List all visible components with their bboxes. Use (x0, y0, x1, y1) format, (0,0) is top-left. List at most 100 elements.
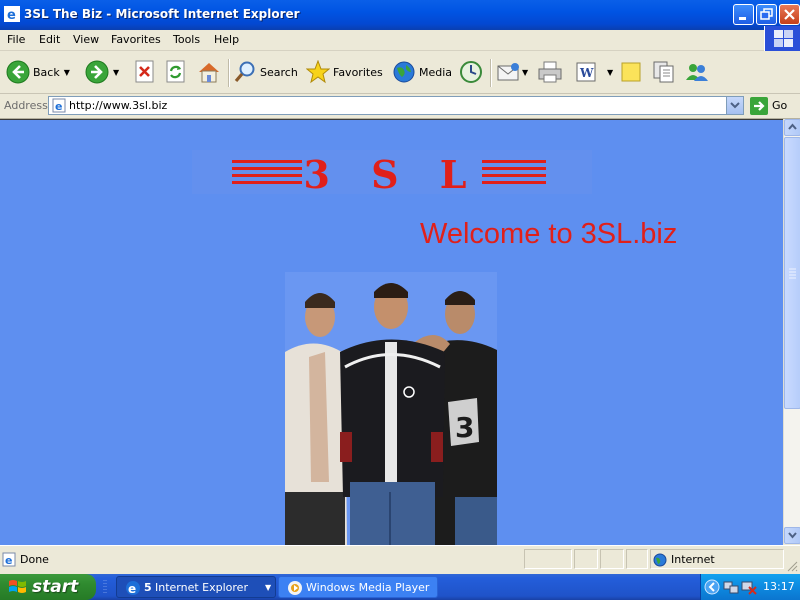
search-button[interactable]: Search (233, 57, 298, 87)
menu-file[interactable]: File (7, 33, 25, 46)
system-tray: 13:17 (700, 574, 800, 600)
scroll-up-button[interactable] (784, 119, 800, 136)
restore-button[interactable] (756, 4, 777, 25)
history-icon (460, 61, 482, 83)
address-bar: Address e http://www.3sl.biz Go (0, 94, 800, 119)
network-icon[interactable] (723, 579, 739, 595)
menu-tools[interactable]: Tools (173, 33, 200, 46)
svg-text:3: 3 (455, 411, 474, 444)
sticky-note-icon (621, 62, 641, 82)
status-panel-1 (524, 549, 572, 569)
svg-text:e: e (7, 8, 16, 22)
tray-expand-icon[interactable] (704, 579, 720, 595)
zone-text: Internet (671, 553, 715, 566)
home-button[interactable] (196, 57, 222, 87)
start-button[interactable]: start (0, 574, 96, 600)
address-label: Address (4, 99, 48, 112)
address-dropdown-button[interactable] (726, 97, 743, 114)
menu-help[interactable]: Help (214, 33, 239, 46)
stop-button[interactable] (134, 57, 156, 87)
scroll-down-button[interactable] (784, 527, 800, 544)
title-bar[interactable]: e 3SL The Biz - Microsoft Internet Explo… (0, 0, 800, 30)
media-button[interactable]: Media (392, 57, 452, 87)
mail-button[interactable]: ▼ (496, 57, 528, 87)
status-panel-4 (626, 549, 648, 569)
go-button[interactable]: Go (750, 96, 787, 115)
welcome-heading: Welcome to 3SL.biz (420, 218, 678, 250)
menu-edit[interactable]: Edit (39, 33, 60, 46)
printer-icon (538, 61, 562, 83)
scroll-thumb[interactable] (784, 137, 800, 409)
taskbar-item-internet-explorer[interactable]: e 5 Internet Explorer ▼ (116, 576, 276, 598)
forward-dropdown-icon[interactable]: ▼ (113, 68, 119, 77)
taskbar: start e 5 Internet Explorer ▼ Windows Me… (0, 574, 800, 600)
internet-zone-icon (653, 553, 667, 567)
messenger-people-icon (686, 64, 708, 81)
minimize-icon (739, 17, 746, 20)
page-icon: e (52, 98, 66, 113)
forward-button[interactable]: ▼ (85, 57, 119, 87)
internet-explorer-icon: e (4, 6, 20, 22)
home-icon (199, 63, 219, 83)
favorites-button[interactable]: Favorites (306, 57, 383, 87)
favorites-label: Favorites (333, 65, 383, 79)
stop-icon (135, 60, 154, 83)
site-logo: 3 S L (192, 150, 592, 197)
chevron-up-icon (788, 123, 797, 130)
go-arrow-icon (750, 96, 768, 115)
back-dropdown-icon[interactable]: ▼ (64, 68, 70, 77)
status-text: Done (20, 553, 49, 566)
url-text: http://www.3sl.biz (69, 99, 168, 112)
mail-icon (497, 63, 519, 81)
windows-logo-icon (764, 26, 800, 52)
task-group-count: 5 (144, 581, 152, 594)
page-done-icon: e (2, 552, 16, 567)
logo-text: 3 S L (303, 152, 480, 194)
task-group-dropdown-icon: ▼ (265, 583, 272, 592)
resize-grip-icon[interactable] (786, 560, 798, 572)
messenger-button[interactable] (684, 57, 710, 87)
minimize-button[interactable] (733, 4, 754, 25)
close-button[interactable] (779, 4, 800, 25)
menu-favorites[interactable]: Favorites (111, 33, 161, 46)
band-photo: 3 (285, 272, 497, 545)
back-button[interactable]: Back ▼ (6, 57, 70, 87)
edit-button[interactable]: W ▼ (575, 57, 613, 87)
back-arrow-icon (6, 60, 30, 84)
search-label: Search (260, 65, 298, 79)
task-label: Internet Explorer (155, 581, 248, 594)
taskbar-item-windows-media-player[interactable]: Windows Media Player (278, 576, 438, 598)
network-disconnected-icon[interactable] (741, 579, 757, 595)
vertical-scrollbar[interactable] (783, 119, 800, 544)
word-edit-icon: W (576, 62, 596, 82)
menu-view[interactable]: View (73, 33, 99, 46)
media-globe-icon (393, 61, 415, 83)
forward-arrow-icon (85, 60, 109, 84)
clock: 13:17 (763, 580, 795, 593)
address-input[interactable]: e http://www.3sl.biz (48, 96, 744, 115)
back-label: Back (33, 65, 60, 79)
task-label: Windows Media Player (306, 581, 430, 594)
edit-dropdown-icon[interactable]: ▼ (607, 68, 613, 77)
status-panel-2 (574, 549, 598, 569)
research-button[interactable] (651, 57, 677, 87)
mail-dropdown-icon[interactable]: ▼ (522, 68, 528, 77)
go-label: Go (772, 99, 788, 112)
svg-text:e: e (128, 582, 136, 596)
favorites-star-icon (306, 60, 330, 84)
media-label: Media (419, 65, 453, 79)
search-icon (234, 61, 255, 83)
print-button[interactable] (537, 57, 563, 87)
chevron-down-icon (730, 102, 740, 109)
refresh-button[interactable] (165, 57, 187, 87)
windows-flag-icon (9, 580, 26, 593)
restore-icon (760, 8, 773, 20)
status-panel-3 (600, 549, 624, 569)
history-button[interactable] (459, 57, 483, 87)
status-bar: e Done Internet (0, 545, 800, 574)
standard-toolbar: Back ▼ ▼ Search Favorites Media ▼ W ▼ (0, 51, 800, 94)
media-player-icon (288, 581, 302, 595)
discuss-button[interactable] (619, 57, 643, 87)
internet-explorer-icon: e (126, 581, 140, 596)
start-label: start (32, 577, 79, 597)
